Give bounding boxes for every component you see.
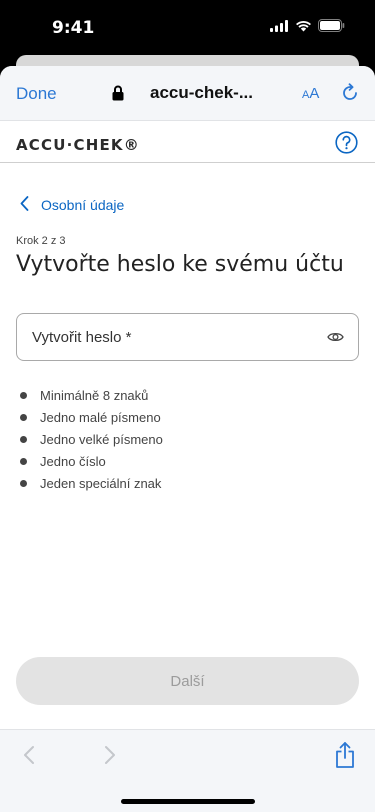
bullet-icon <box>20 457 27 465</box>
requirement-item: Minimálně 8 znaků <box>20 384 163 406</box>
status-icons <box>270 19 345 37</box>
nav-back-icon[interactable] <box>22 744 36 771</box>
share-icon[interactable] <box>334 741 356 774</box>
url-field[interactable]: accu-chek-... <box>150 83 253 103</box>
text-size-button[interactable]: AA <box>302 85 319 102</box>
browser-sheet: Done accu-chek-... AA ACCU·CHEK® Osobní … <box>0 66 375 812</box>
eye-icon[interactable] <box>327 330 344 348</box>
help-icon[interactable] <box>335 131 358 159</box>
bullet-icon <box>20 479 27 487</box>
browser-bottom-toolbar <box>0 729 375 812</box>
requirement-text: Jedno velké písmeno <box>40 431 163 447</box>
reload-icon[interactable] <box>340 83 360 108</box>
nav-forward-icon[interactable] <box>103 744 117 771</box>
back-link-label: Osobní údaje <box>41 197 125 213</box>
next-button[interactable]: Další <box>16 657 359 705</box>
chevron-left-icon <box>20 196 29 214</box>
requirement-item: Jeden speciální znak <box>20 472 163 494</box>
accu-chek-logo[interactable]: ACCU·CHEK® <box>16 136 140 154</box>
battery-icon <box>318 19 345 37</box>
back-link[interactable]: Osobní údaje <box>20 196 124 214</box>
requirement-text: Jedno malé písmeno <box>40 409 161 425</box>
requirement-text: Jedno číslo <box>40 453 106 469</box>
lock-icon <box>112 85 124 106</box>
requirement-item: Jedno číslo <box>20 450 163 472</box>
password-field[interactable]: Vytvořit heslo * <box>16 313 359 361</box>
password-requirements: Minimálně 8 znaků Jedno malé písmeno Jed… <box>20 384 163 494</box>
bullet-icon <box>20 391 27 399</box>
requirement-item: Jedno velké písmeno <box>20 428 163 450</box>
status-bar: 9:41 <box>0 0 375 54</box>
requirement-item: Jedno malé písmeno <box>20 406 163 428</box>
requirement-text: Jeden speciální znak <box>40 475 162 491</box>
site-header: ACCU·CHEK® <box>0 121 375 163</box>
signal-icon <box>270 19 289 37</box>
password-field-label: Vytvořit heslo * <box>32 329 132 346</box>
page-title: Vytvořte heslo ke svému účtu <box>16 252 344 277</box>
done-button[interactable]: Done <box>16 84 57 104</box>
status-time: 9:41 <box>52 18 95 38</box>
requirement-text: Minimálně 8 znaků <box>40 387 149 403</box>
bullet-icon <box>20 413 27 421</box>
step-indicator: Krok 2 z 3 <box>16 235 66 247</box>
bullet-icon <box>20 435 27 443</box>
home-indicator <box>121 799 255 804</box>
browser-toolbar: Done accu-chek-... AA <box>0 66 375 121</box>
wifi-icon <box>295 19 312 37</box>
aa-large-glyph: A <box>309 85 320 102</box>
